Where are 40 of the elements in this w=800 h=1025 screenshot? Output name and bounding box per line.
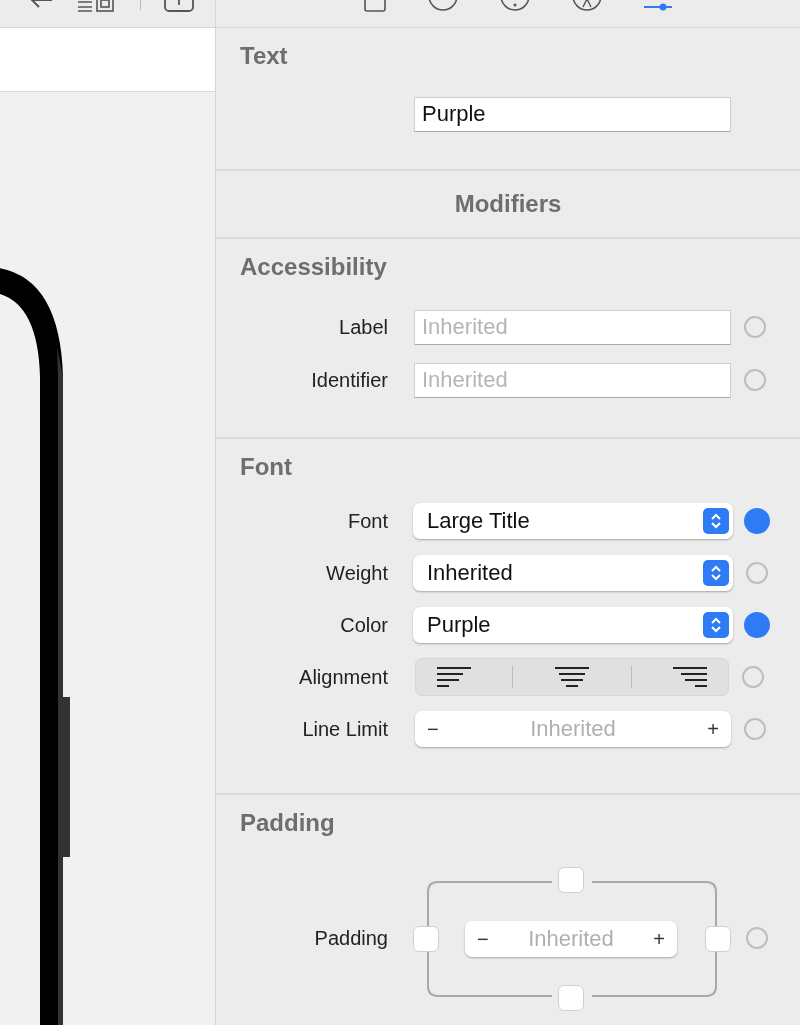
set-indicator[interactable] [744, 508, 770, 534]
edge-checkbox[interactable] [558, 985, 584, 1011]
back-arrow-icon[interactable] [28, 0, 54, 10]
popup-button[interactable]: Large Title [413, 503, 733, 539]
up-down-chevron-icon [703, 560, 729, 586]
alignment-control[interactable] [415, 658, 729, 696]
field-label: Line Limit [301, 717, 389, 741]
up-down-chevron-icon [703, 508, 729, 534]
help-icon[interactable] [499, 0, 531, 12]
field-label: Label [338, 315, 389, 339]
section-heading: Text [240, 41, 289, 70]
text-field[interactable]: Inherited [414, 362, 731, 398]
edge-checkbox[interactable] [705, 926, 731, 952]
field-label: Font [346, 509, 389, 533]
section-heading: Font [240, 452, 293, 481]
align-right-icon[interactable] [673, 666, 708, 688]
stepper-field[interactable]: − Inherited + [465, 921, 677, 957]
add-panel-icon[interactable] [163, 0, 195, 12]
section-heading: Accessibility [240, 252, 388, 281]
edge-checkbox[interactable] [413, 926, 439, 952]
popup-button[interactable]: Purple [413, 607, 733, 643]
popup-button[interactable]: Inherited [413, 555, 733, 591]
field-label: Color [339, 613, 389, 637]
align-center-icon[interactable] [555, 666, 589, 688]
field-label: Padding [313, 926, 389, 950]
clock-icon[interactable] [427, 0, 459, 12]
up-down-chevron-icon [703, 612, 729, 638]
stepper-field[interactable]: − Inherited + [415, 711, 731, 747]
set-indicator[interactable] [744, 612, 770, 638]
field-label: Alignment [298, 665, 389, 689]
edge-checkbox[interactable] [558, 867, 584, 893]
accessibility-icon[interactable] [571, 0, 603, 12]
file-icon[interactable] [363, 0, 387, 12]
section-heading: Padding [240, 808, 336, 837]
align-left-icon[interactable] [436, 666, 471, 688]
field-label: Weight [325, 561, 389, 585]
modifiers-heading: Modifiers [454, 190, 562, 218]
text-field[interactable]: Purple [414, 96, 731, 132]
field-label: Identifier [310, 368, 389, 392]
text-field[interactable]: Inherited [414, 309, 731, 345]
